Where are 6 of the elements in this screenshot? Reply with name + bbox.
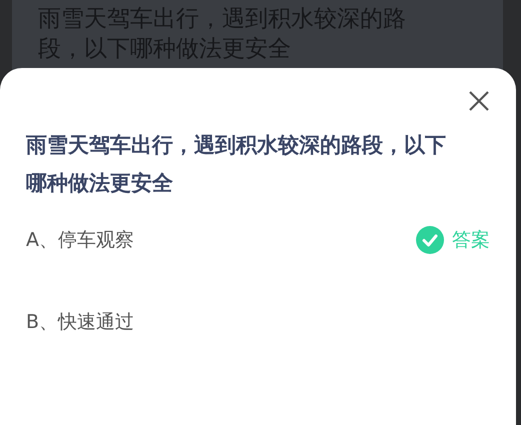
option-label[interactable]: B、快速通过 (26, 308, 134, 336)
check-icon (416, 226, 444, 254)
answer-tag: 答案 (452, 226, 490, 254)
close-icon[interactable] (468, 90, 490, 112)
question-text: 雨雪天驾车出行，遇到积水较深的路段，以下哪种做法更安全 (26, 132, 446, 197)
option-label[interactable]: A、停车观察 (26, 226, 134, 254)
